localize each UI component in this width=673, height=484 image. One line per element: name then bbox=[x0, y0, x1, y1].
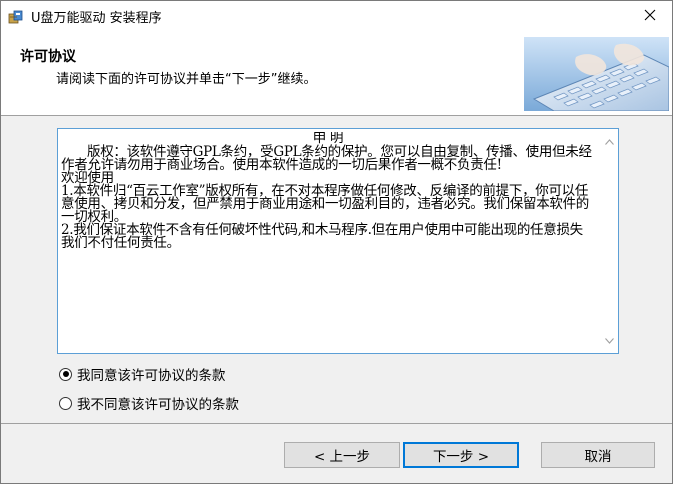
scroll-up-button[interactable] bbox=[601, 133, 618, 150]
next-button[interactable]: 下一步 > bbox=[403, 442, 519, 468]
page-subtitle: 请阅读下面的许可协议并单击“下一步”继续。 bbox=[56, 72, 317, 87]
chevron-down-icon bbox=[605, 333, 614, 348]
disagree-label: 我不同意该许可协议的条款 bbox=[77, 397, 239, 413]
license-paragraph: 版权：该软件遵守GPL条约，受GPL条约的保护。您可以自由复制、传播、使用但未经… bbox=[61, 144, 592, 173]
wizard-header: 许可协议 请阅读下面的许可协议并单击“下一步”继续。 bbox=[1, 32, 672, 116]
disagree-radio[interactable] bbox=[59, 396, 72, 410]
license-text: 申 明 版权：该软件遵守GPL条约，受GPL条约的保护。您可以自由复制、传播、使… bbox=[61, 132, 595, 348]
installer-window: U盘万能驱动 安装程序 许可协议 请阅读下面的许可协议并单击“下一步”继续。 申… bbox=[0, 0, 673, 484]
close-icon bbox=[644, 9, 656, 25]
license-paragraph: 1.本软件归“百云工作室”版权所有，在不对本程序做任何修改、反编译的前提下，你可… bbox=[61, 183, 589, 225]
agree-radio[interactable] bbox=[59, 367, 72, 381]
license-text-box[interactable]: 申 明 版权：该软件遵守GPL条约，受GPL条约的保护。您可以自由复制、传播、使… bbox=[57, 128, 619, 354]
keyboard-typing-image bbox=[524, 37, 670, 112]
close-button[interactable] bbox=[628, 1, 672, 32]
agree-option[interactable]: 我同意该许可协议的条款 bbox=[59, 364, 226, 384]
cancel-button[interactable]: 取消 bbox=[541, 442, 655, 468]
license-paragraph: 2.我们保证本软件不含有任何破坏性代码,和木马程序.但在用户使用中可能出现的任意… bbox=[61, 222, 583, 251]
chevron-up-icon bbox=[605, 134, 614, 149]
license-scrollbar[interactable] bbox=[601, 129, 618, 353]
footer-divider bbox=[1, 423, 672, 424]
scroll-down-button[interactable] bbox=[601, 332, 618, 349]
window-title: U盘万能驱动 安装程序 bbox=[31, 11, 162, 26]
installer-package-icon bbox=[8, 9, 24, 25]
agree-label: 我同意该许可协议的条款 bbox=[77, 368, 226, 384]
title-bar[interactable]: U盘万能驱动 安装程序 bbox=[1, 1, 672, 32]
back-button[interactable]: < 上一步 bbox=[284, 442, 400, 468]
page-title: 许可协议 bbox=[20, 49, 76, 65]
disagree-option[interactable]: 我不同意该许可协议的条款 bbox=[59, 393, 239, 413]
